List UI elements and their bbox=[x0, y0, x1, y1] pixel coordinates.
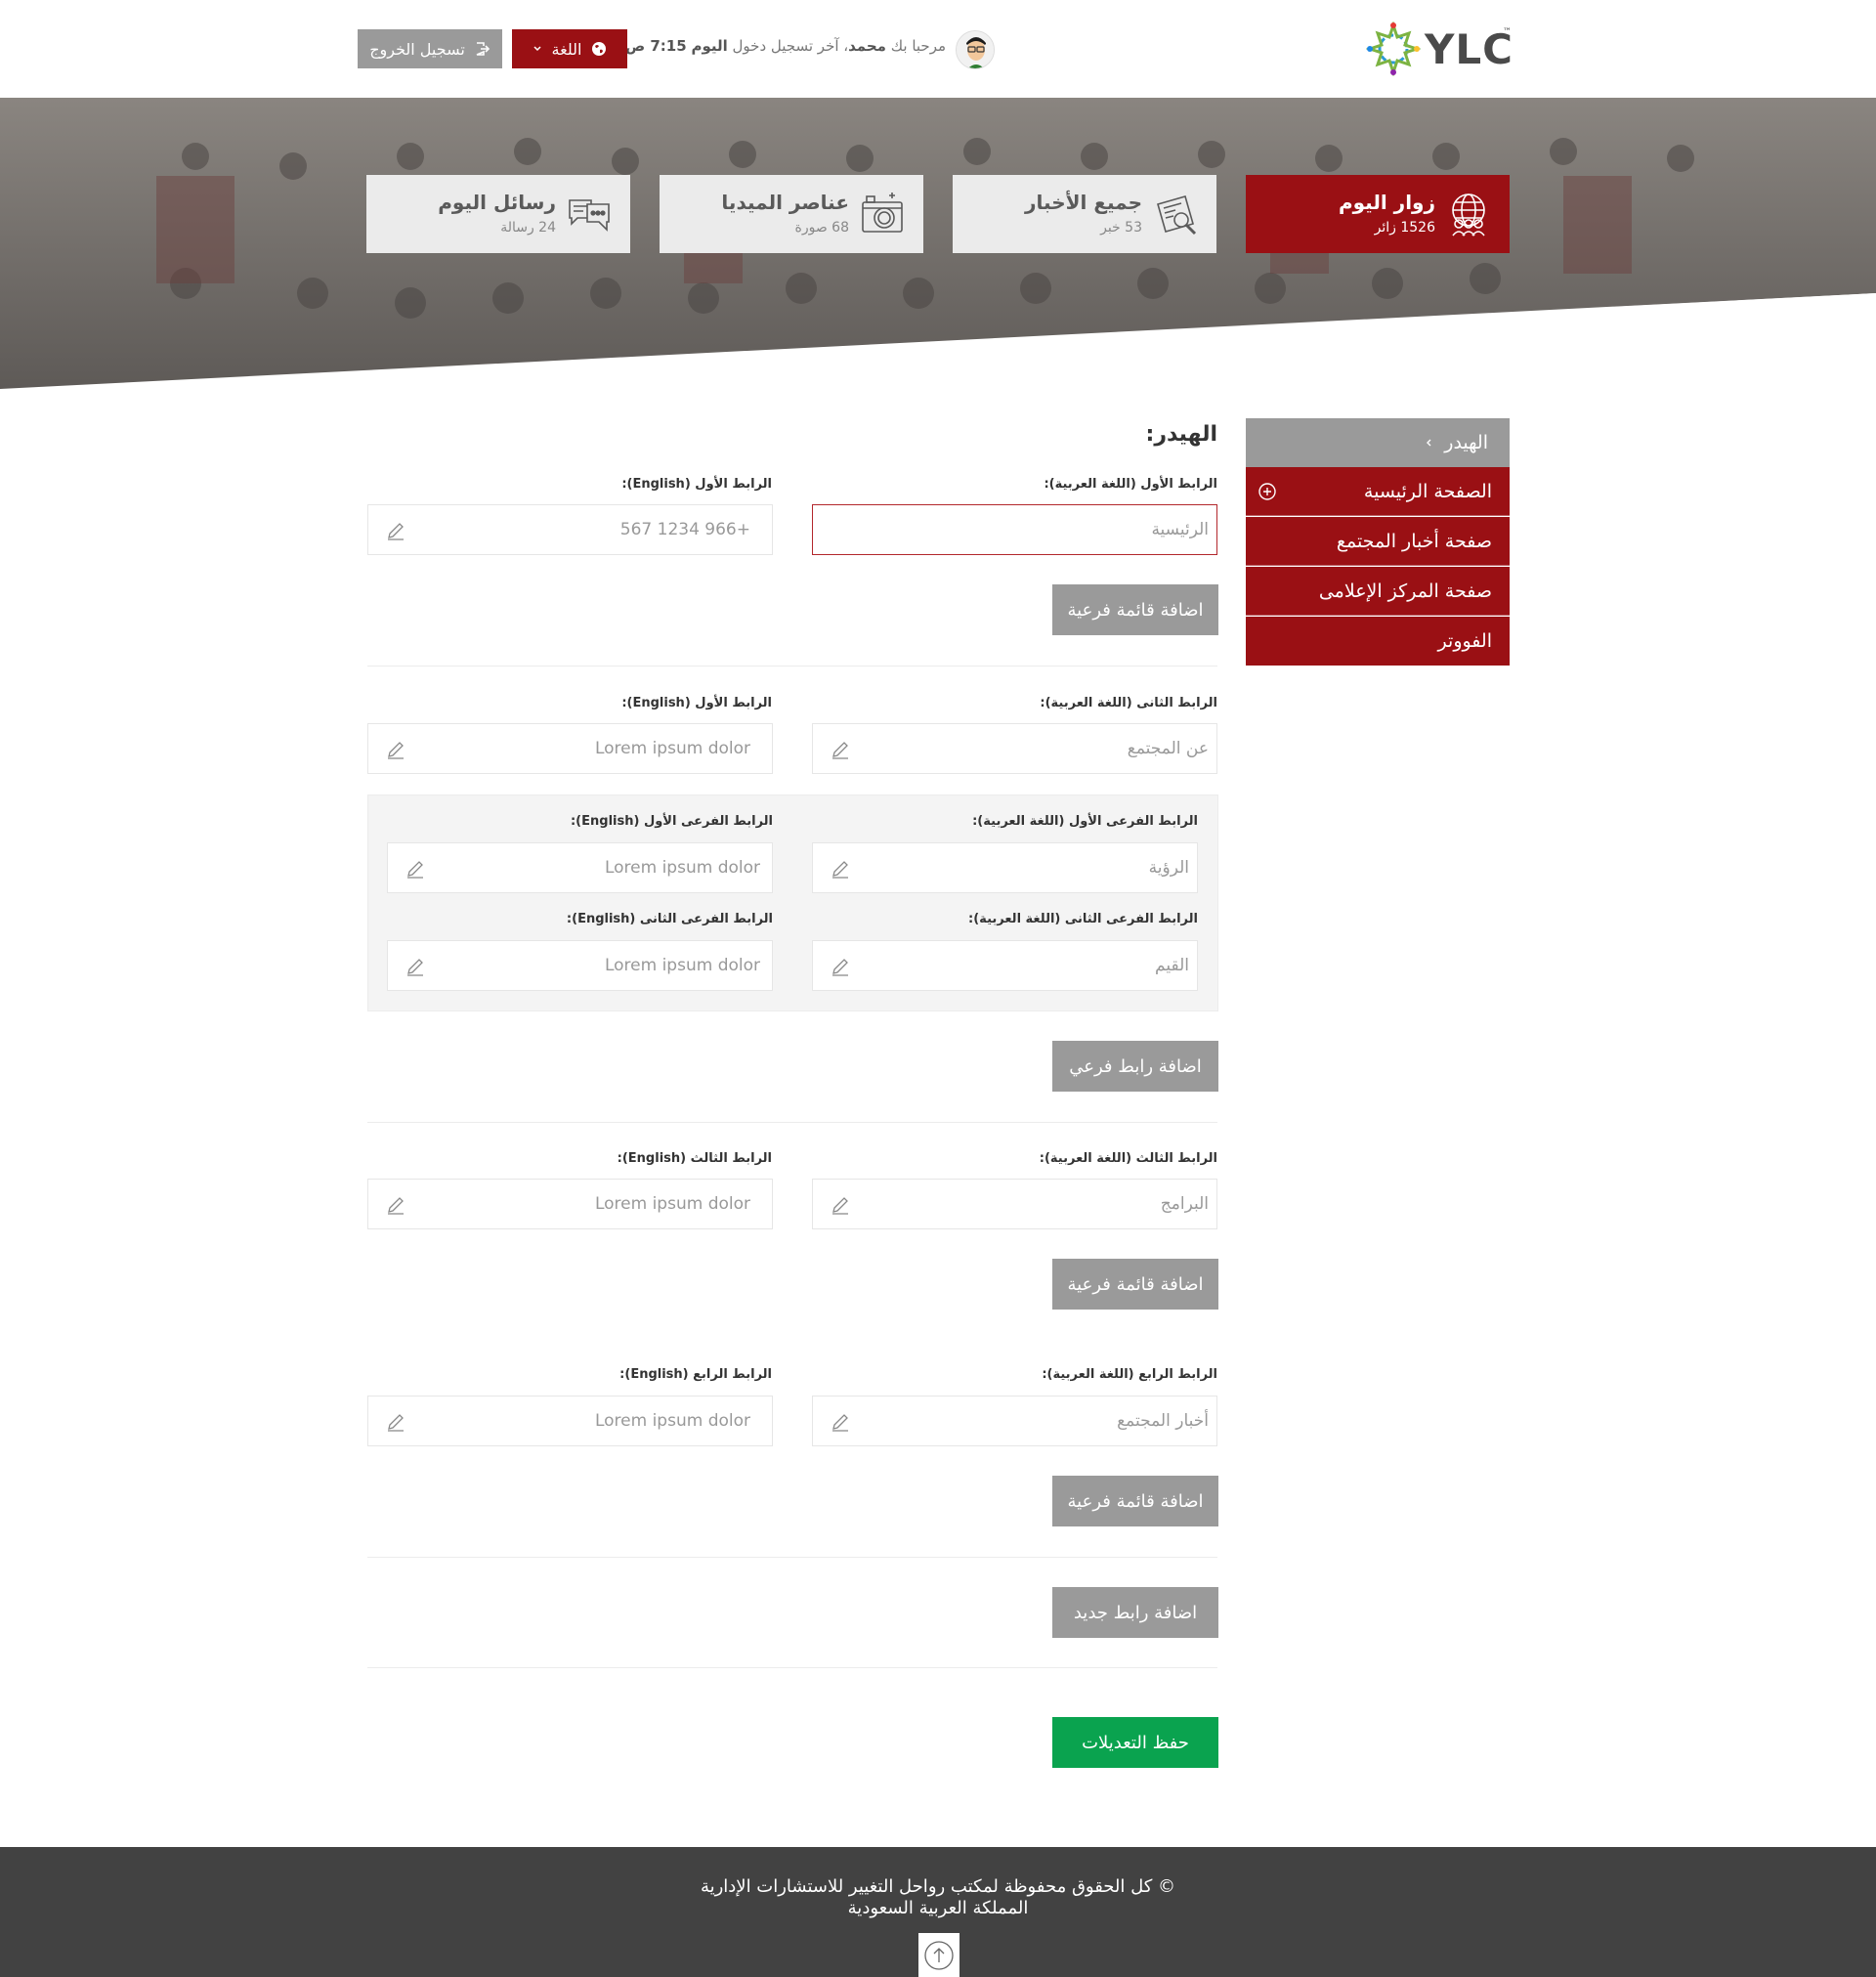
stat-card-visitors[interactable]: زوار اليوم 1526 زائر bbox=[1246, 175, 1510, 253]
link4-ar-input[interactable]: أخبار المجتمع bbox=[812, 1396, 1217, 1446]
link3-add-submenu-button[interactable]: اضافة قائمة فرعية bbox=[1052, 1259, 1218, 1310]
edit-pencil-icon[interactable] bbox=[831, 1412, 850, 1432]
sublink2-label-en: الرابط الفرعى الثانى (English): bbox=[566, 912, 773, 926]
plus-circle-icon[interactable] bbox=[1258, 482, 1277, 501]
link2-add-sublink-button[interactable]: اضافة رابط فرعي bbox=[1052, 1041, 1218, 1092]
user-name: محمد bbox=[848, 37, 886, 55]
sublink1-label-en: الرابط الفرعى الأول (English): bbox=[570, 814, 773, 829]
chevron-left-icon bbox=[1427, 439, 1431, 447]
edit-pencil-icon[interactable] bbox=[405, 859, 425, 879]
logout-button[interactable]: تسجيل الخروج bbox=[358, 29, 502, 68]
sublink1-label-ar: الرابط الفرعى الأول (اللغة العربية): bbox=[972, 814, 1198, 829]
stat-count: 24 رسالة bbox=[500, 220, 556, 236]
group-photo-background bbox=[0, 98, 1876, 391]
sublink2-ar-input[interactable]: القيم bbox=[812, 940, 1198, 991]
link1-label-en: الرابط الأول (English): bbox=[621, 477, 772, 492]
sublink1-ar-input[interactable]: الرؤية bbox=[812, 842, 1198, 893]
stat-card-news[interactable]: جميع الأخبار 53 خبر bbox=[953, 175, 1216, 253]
sublink2-en-input[interactable]: Lorem ipsum dolor bbox=[387, 940, 773, 991]
link2-label-en: الرابط الأول (English): bbox=[621, 696, 772, 710]
edit-pencil-icon[interactable] bbox=[831, 740, 850, 759]
last-login-time: 7:15 ص bbox=[624, 37, 687, 55]
language-button[interactable]: اللغة bbox=[512, 29, 627, 68]
stat-count: 53 خبر bbox=[1100, 220, 1142, 236]
stat-card-messages[interactable]: رسائل اليوم 24 رسالة bbox=[366, 175, 630, 253]
stat-card-media[interactable]: عناصر الميديا 68 صورة bbox=[660, 175, 923, 253]
link2-label-ar: الرابط الثانى (اللغة العربية): bbox=[1040, 696, 1217, 710]
divider bbox=[367, 1557, 1217, 1558]
country-text: المملكة العربية السعودية bbox=[847, 1898, 1029, 1918]
divider bbox=[367, 1122, 1217, 1123]
edit-pencil-icon[interactable] bbox=[405, 957, 425, 976]
logout-icon bbox=[476, 42, 490, 56]
sidebar-item-media-center[interactable]: صفحة المركز الإعلامى bbox=[1246, 567, 1510, 616]
chevron-down-icon bbox=[533, 46, 541, 52]
link3-label-ar: الرابط الثالث (اللغة العربية): bbox=[1039, 1151, 1217, 1166]
copyright-text: © كل الحقوق محفوظة لمكتب رواحل التغيير ل… bbox=[700, 1876, 1176, 1897]
stat-title: عناصر الميديا bbox=[721, 191, 849, 214]
sublink2-label-ar: الرابط الفرعى الثانى (اللغة العربية): bbox=[968, 912, 1198, 926]
camera-icon bbox=[862, 193, 903, 233]
edit-pencil-icon[interactable] bbox=[831, 1195, 850, 1215]
edit-pencil-icon[interactable] bbox=[386, 1195, 405, 1215]
link4-add-submenu-button[interactable]: اضافة قائمة فرعية bbox=[1052, 1476, 1218, 1526]
stat-count: 68 صورة bbox=[794, 220, 850, 236]
last-login-day: اليوم bbox=[691, 37, 728, 55]
edit-pencil-icon[interactable] bbox=[831, 957, 850, 976]
arrow-up-circle-icon bbox=[924, 1941, 954, 1970]
link3-en-input[interactable]: Lorem ipsum dolor bbox=[367, 1179, 773, 1229]
logo-wordmark: YLC bbox=[1425, 25, 1514, 73]
sidebar-item-community-news[interactable]: صفحة أخبار المجتمع bbox=[1246, 517, 1510, 566]
top-bar: YLC ™ مرحبا بك محمد، آخر تسجيل دخول اليو… bbox=[0, 0, 1876, 98]
link3-ar-input[interactable]: البرامج bbox=[812, 1179, 1217, 1229]
logo-star-icon bbox=[1366, 21, 1421, 76]
scroll-to-top-button[interactable] bbox=[918, 1933, 959, 1977]
link4-label-ar: الرابط الرابع (اللغة العربية): bbox=[1042, 1367, 1217, 1382]
stat-count: 1526 زائر bbox=[1374, 220, 1435, 236]
sublink1-en-input[interactable]: Lorem ipsum dolor bbox=[387, 842, 773, 893]
ylc-logo[interactable]: YLC ™ bbox=[1366, 21, 1514, 76]
stat-title: زوار اليوم bbox=[1338, 191, 1435, 214]
stat-title: جميع الأخبار bbox=[1025, 191, 1142, 214]
chat-bubbles-icon bbox=[569, 199, 610, 232]
link1-add-submenu-button[interactable]: اضافة قائمة فرعية bbox=[1052, 584, 1218, 635]
add-new-link-button[interactable]: اضافة رابط جديد bbox=[1052, 1587, 1218, 1638]
hero-banner: زوار اليوم 1526 زائر جميع الأخبار 53 خبر bbox=[0, 98, 1876, 391]
avatar[interactable] bbox=[956, 30, 995, 69]
link4-label-en: الرابط الرابع (English): bbox=[619, 1367, 772, 1382]
edit-pencil-icon[interactable] bbox=[386, 521, 405, 540]
divider bbox=[367, 1667, 1217, 1668]
section-title: الهيدر: bbox=[1145, 422, 1217, 447]
globe-people-icon bbox=[1452, 193, 1485, 236]
sidebar-item-header[interactable]: الهيدر bbox=[1246, 418, 1510, 467]
sidebar-item-footer[interactable]: الفووتر bbox=[1246, 617, 1510, 666]
footer: © كل الحقوق محفوظة لمكتب رواحل التغيير ل… bbox=[0, 1847, 1876, 1977]
link3-label-en: الرابط الثالث (English): bbox=[617, 1151, 772, 1166]
edit-pencil-icon[interactable] bbox=[386, 1412, 405, 1432]
logo-trademark: ™ bbox=[1503, 27, 1512, 37]
link1-en-input[interactable]: +966 1234 567 bbox=[367, 504, 773, 555]
globe-icon bbox=[592, 42, 607, 56]
news-search-icon bbox=[1157, 195, 1197, 236]
link4-en-input[interactable]: Lorem ipsum dolor bbox=[367, 1396, 773, 1446]
link2-ar-input[interactable]: عن المجتمع bbox=[812, 723, 1217, 774]
edit-pencil-icon[interactable] bbox=[386, 740, 405, 759]
link2-en-input[interactable]: Lorem ipsum dolor bbox=[367, 723, 773, 774]
welcome-text: مرحبا بك محمد، آخر تسجيل دخول اليوم 7:15… bbox=[624, 37, 946, 55]
link1-ar-input[interactable]: الرئيسية bbox=[812, 504, 1217, 555]
stat-title: رسائل اليوم bbox=[438, 191, 556, 214]
edit-pencil-icon[interactable] bbox=[831, 859, 850, 879]
user-avatar-icon bbox=[957, 31, 994, 68]
link1-label-ar: الرابط الأول (اللغة العربية): bbox=[1044, 477, 1217, 492]
save-changes-button[interactable]: حفظ التعديلات bbox=[1052, 1717, 1218, 1768]
sidebar-item-home[interactable]: الصفحة الرئيسية bbox=[1246, 467, 1510, 516]
